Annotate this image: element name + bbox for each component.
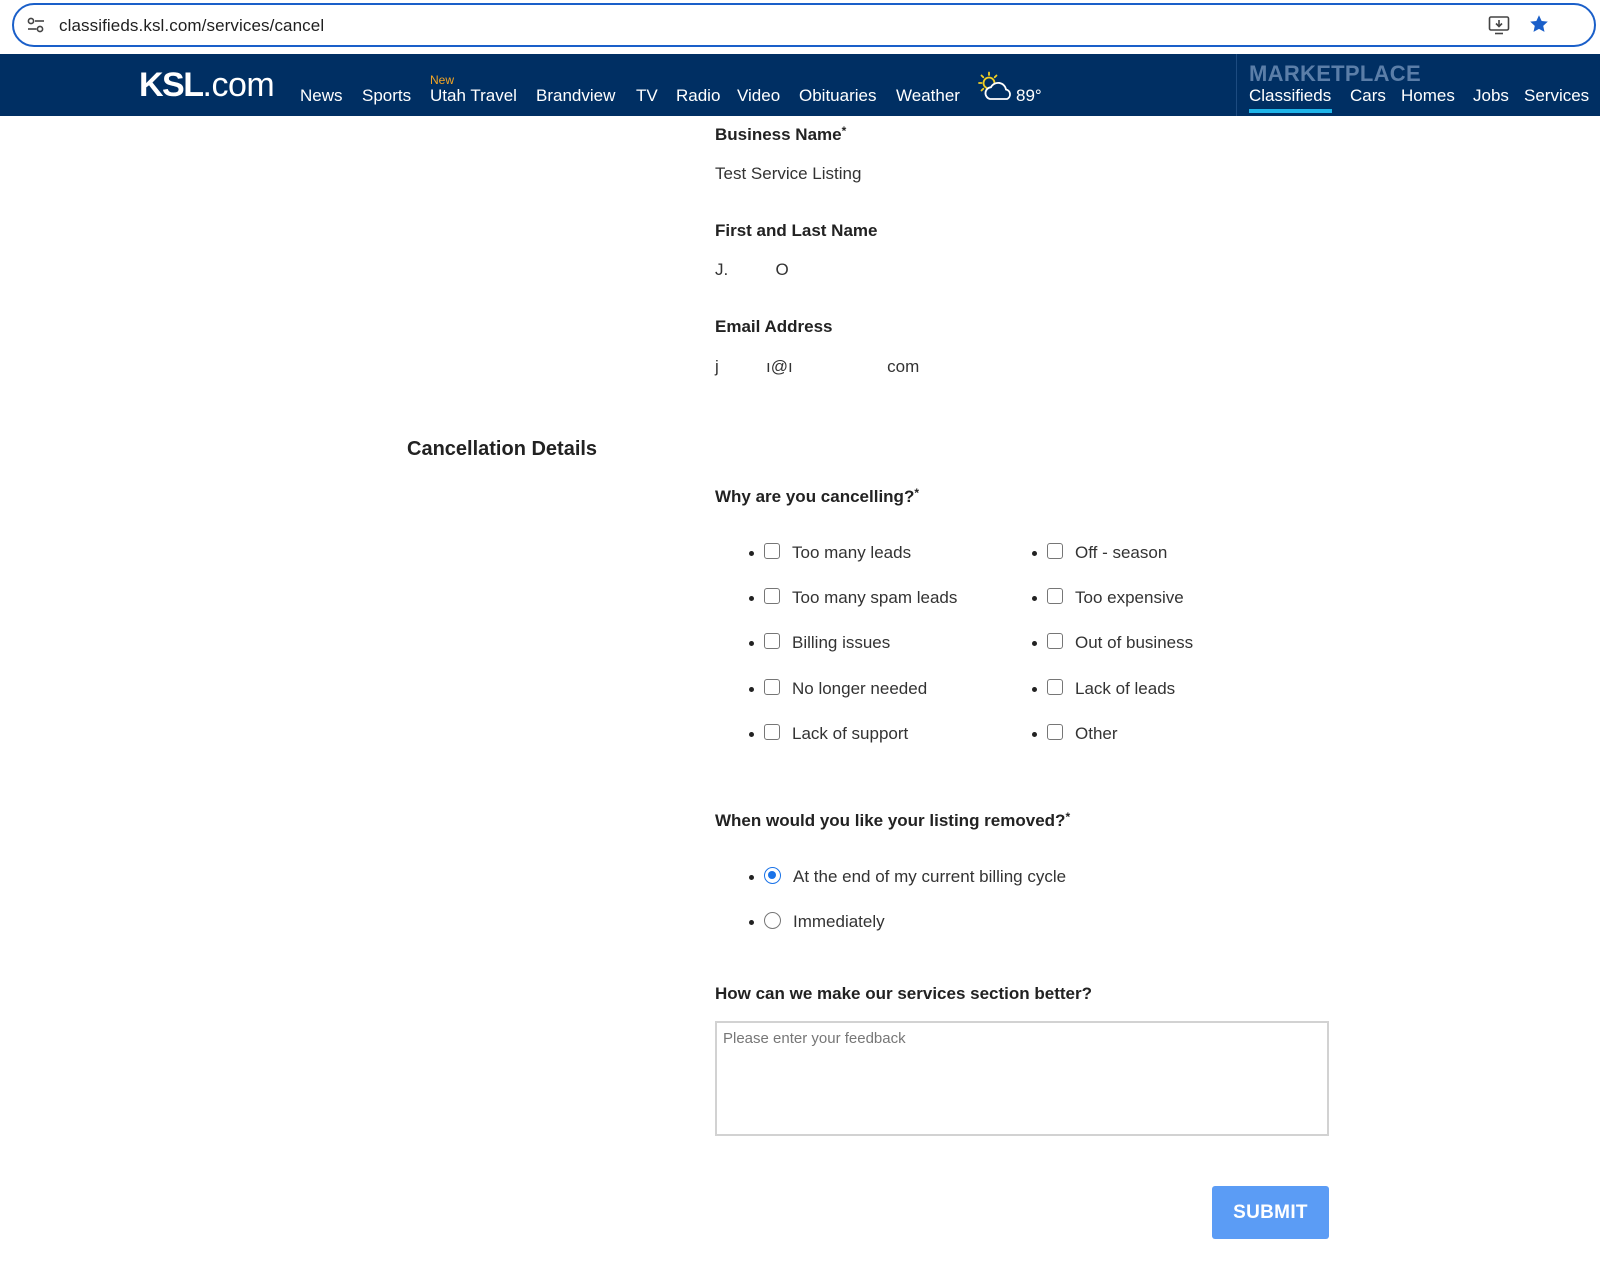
nav-tv[interactable]: TV — [636, 86, 658, 106]
removal-option-end-of-cycle[interactable]: At the end of my current billing cycle — [749, 865, 1066, 889]
reason-checkbox[interactable] — [1047, 543, 1063, 559]
reason-label[interactable]: Too many spam leads — [792, 588, 957, 608]
address-bar[interactable]: classifieds.ksl.com/services/cancel — [12, 3, 1596, 47]
reason-checkbox[interactable] — [1047, 633, 1063, 649]
reason-option[interactable]: Lack of leads — [1032, 677, 1175, 701]
reason-checkbox[interactable] — [764, 679, 780, 695]
reason-checkbox[interactable] — [764, 588, 780, 604]
nav-brandview[interactable]: Brandview — [536, 86, 615, 106]
nav-sports[interactable]: Sports — [362, 86, 411, 106]
reasons-label: Why are you cancelling?* — [715, 486, 919, 506]
reason-label[interactable]: Billing issues — [792, 633, 890, 653]
reason-option[interactable]: Too many leads — [749, 541, 911, 565]
feedback-label: How can we make our services section bet… — [715, 984, 1092, 1003]
reason-checkbox[interactable] — [1047, 588, 1063, 604]
list-bullet — [749, 550, 754, 556]
nav-video[interactable]: Video — [737, 86, 780, 106]
weather-temperature[interactable]: 89° — [1016, 86, 1042, 106]
reason-option[interactable]: No longer needed — [749, 677, 927, 701]
list-bullet — [1032, 640, 1037, 646]
url-text[interactable]: classifieds.ksl.com/services/cancel — [59, 16, 324, 36]
nav-jobs[interactable]: Jobs — [1473, 86, 1509, 106]
site-settings-icon[interactable] — [27, 17, 45, 33]
bookmark-star-icon[interactable] — [1528, 13, 1550, 35]
reason-label[interactable]: Too many leads — [792, 543, 911, 563]
reason-checkbox[interactable] — [1047, 679, 1063, 695]
reason-checkbox[interactable] — [764, 724, 780, 740]
reason-option[interactable]: Too expensive — [1032, 586, 1184, 610]
email-label: Email Address — [715, 317, 833, 336]
nav-radio[interactable]: Radio — [676, 86, 720, 106]
nav-classifieds[interactable]: Classifieds — [1249, 86, 1331, 106]
nav-homes[interactable]: Homes — [1401, 86, 1455, 106]
reason-option[interactable]: Too many spam leads — [749, 586, 957, 610]
email-value: j ı@ı com — [715, 357, 920, 376]
reason-label[interactable]: Too expensive — [1075, 588, 1184, 608]
feedback-textarea[interactable] — [715, 1021, 1329, 1136]
cancellation-details-heading: Cancellation Details — [407, 438, 598, 460]
removal-radio[interactable] — [764, 911, 781, 929]
reason-option[interactable]: Off - season — [1032, 541, 1167, 565]
reason-checkbox[interactable] — [1047, 724, 1063, 740]
removal-label: When would you like your listing removed… — [715, 810, 1071, 830]
list-bullet — [749, 595, 754, 601]
reason-option[interactable]: Billing issues — [749, 631, 890, 655]
removal-option-immediately[interactable]: Immediately — [749, 910, 885, 934]
site-header: KSL.com News Sports New Utah Travel Bran… — [0, 54, 1600, 116]
business-name-value: Test Service Listing — [715, 164, 862, 183]
removal-option-label[interactable]: At the end of my current billing cycle — [793, 867, 1066, 887]
new-badge: New — [430, 73, 455, 87]
reason-label[interactable]: Other — [1075, 724, 1118, 744]
nav-obituaries[interactable]: Obituaries — [799, 86, 876, 106]
marketplace-label: MARKETPLACE — [1249, 61, 1421, 86]
marketplace-divider — [1236, 54, 1237, 116]
nav-services[interactable]: Services — [1524, 86, 1589, 106]
nav-cars[interactable]: Cars — [1350, 86, 1386, 106]
reason-option[interactable]: Other — [1032, 722, 1118, 746]
submit-button[interactable]: SUBMIT — [1212, 1186, 1329, 1239]
reason-label[interactable]: Lack of support — [792, 724, 908, 744]
removal-option-label[interactable]: Immediately — [793, 912, 885, 932]
nav-weather[interactable]: Weather — [896, 86, 960, 106]
nav-utah-travel[interactable]: Utah Travel — [430, 86, 517, 106]
install-app-icon[interactable] — [1488, 15, 1510, 35]
partly-cloudy-icon[interactable] — [976, 71, 1014, 103]
reason-checkbox[interactable] — [764, 543, 780, 559]
list-bullet — [1032, 595, 1037, 601]
business-name-label: Business Name* — [715, 124, 847, 144]
reason-label[interactable]: Off - season — [1075, 543, 1167, 563]
removal-radio-selected[interactable] — [764, 866, 781, 884]
list-bullet — [749, 919, 754, 925]
reason-option[interactable]: Lack of support — [749, 722, 908, 746]
ksl-logo[interactable]: KSL.com — [139, 66, 275, 105]
name-value: J. O — [715, 260, 789, 279]
reason-label[interactable]: Out of business — [1075, 633, 1193, 653]
reason-label[interactable]: No longer needed — [792, 679, 927, 699]
list-bullet — [749, 731, 754, 737]
list-bullet — [1032, 686, 1037, 692]
reason-checkbox[interactable] — [764, 633, 780, 649]
list-bullet — [1032, 731, 1037, 737]
reason-label[interactable]: Lack of leads — [1075, 679, 1175, 699]
active-tab-indicator — [1249, 109, 1332, 113]
name-label: First and Last Name — [715, 221, 878, 240]
nav-news[interactable]: News — [300, 86, 343, 106]
reason-option[interactable]: Out of business — [1032, 631, 1193, 655]
list-bullet — [749, 686, 754, 692]
list-bullet — [749, 874, 754, 880]
browser-toolbar: classifieds.ksl.com/services/cancel — [0, 0, 1600, 54]
list-bullet — [1032, 550, 1037, 556]
list-bullet — [749, 640, 754, 646]
